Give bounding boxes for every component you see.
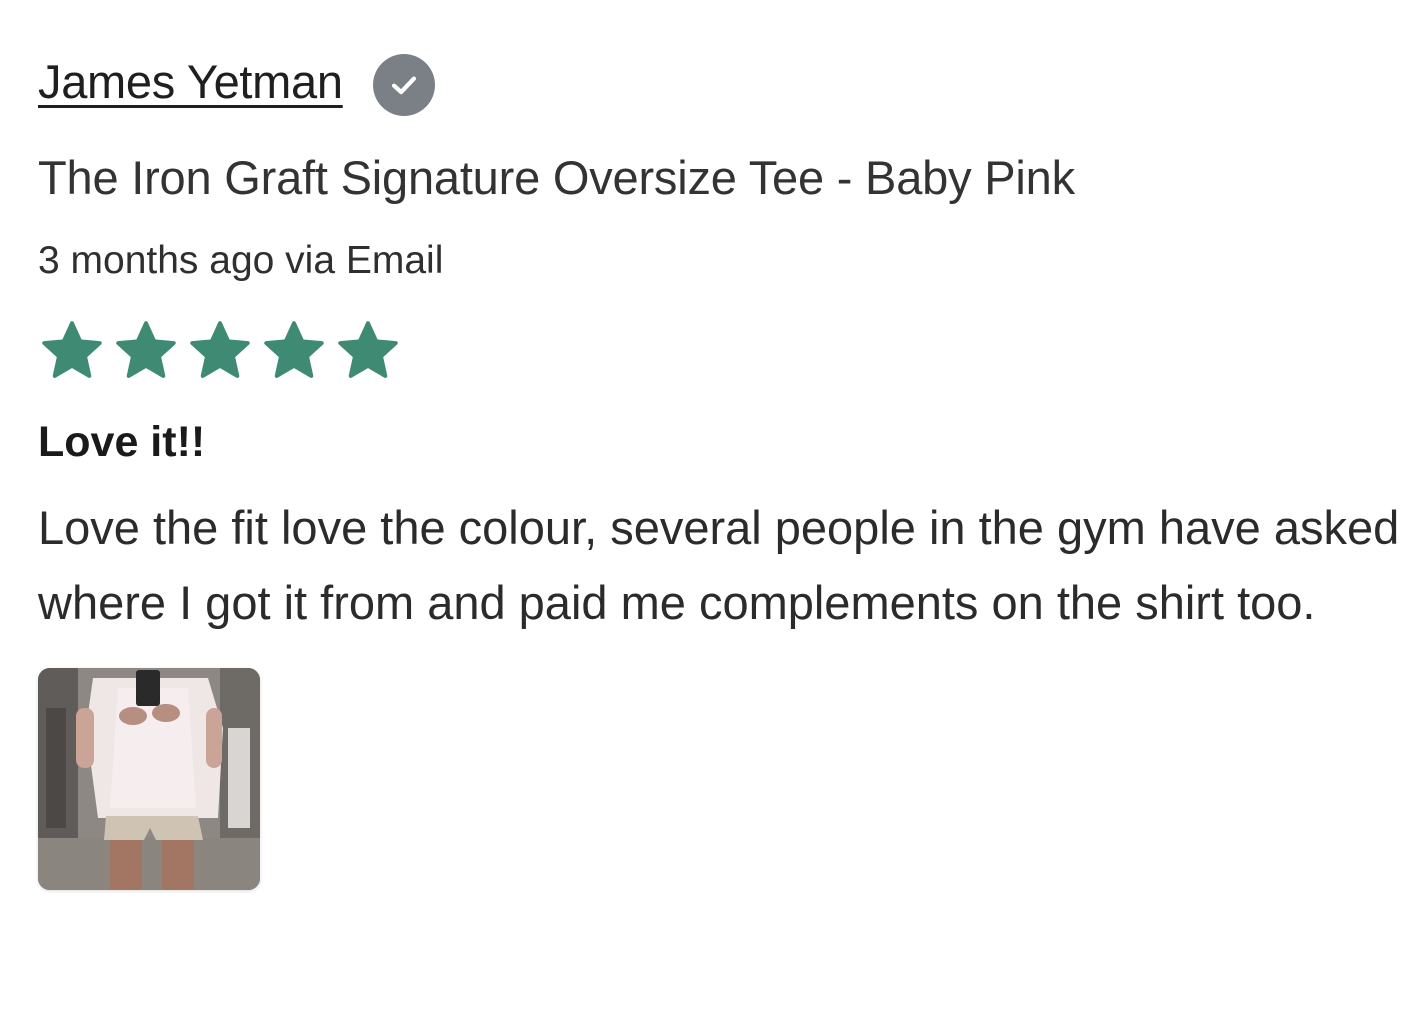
star-icon [338,321,398,378]
star-icon [116,321,176,378]
star-icon [42,321,102,378]
product-title: The Iron Graft Signature Oversize Tee - … [38,151,1075,204]
author-row: James Yetman [38,46,1408,116]
review-title: Love it!! [38,418,206,466]
star-rating [38,316,1408,386]
review-photo-thumbnail[interactable] [38,668,260,890]
verified-check-icon [372,54,435,116]
review-card: James Yetman The Iron Graft Signature Ov… [38,46,1408,890]
author-name-link[interactable]: James Yetman [38,54,343,109]
star-icon [264,321,324,378]
review-body: Love the fit love the colour, several pe… [38,501,1400,629]
review-meta: 3 months ago via Email [38,239,444,282]
star-icon [190,321,250,378]
